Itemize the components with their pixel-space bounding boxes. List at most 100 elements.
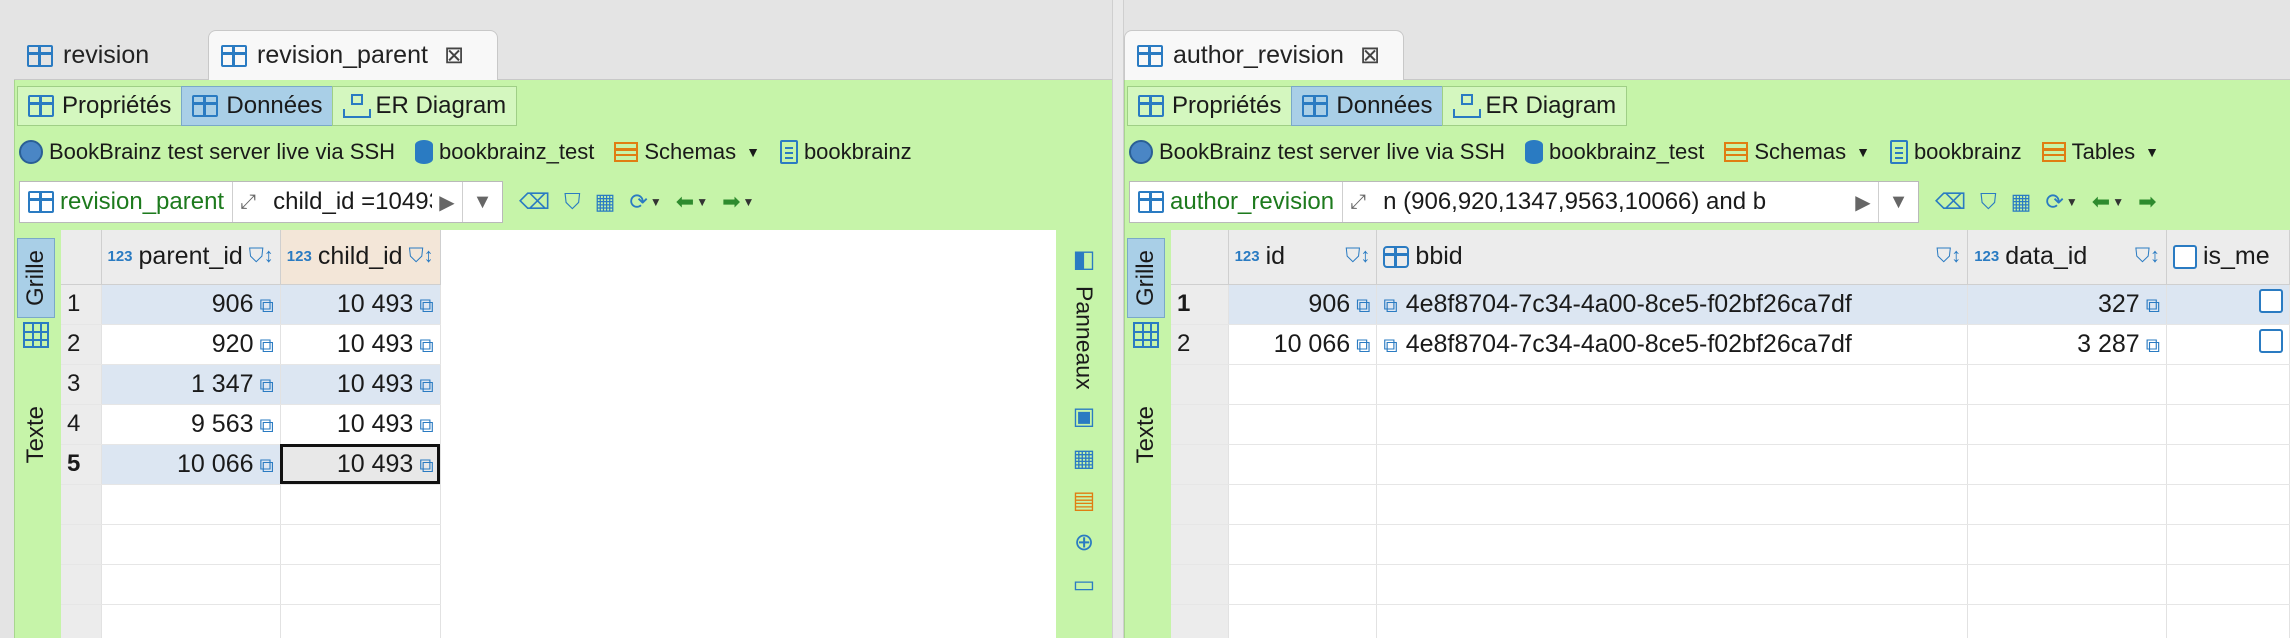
run-filter-icon[interactable]: ▶ (1848, 190, 1878, 215)
tab-author-revision[interactable]: author_revision ⊠ (1124, 30, 1404, 80)
table-cell[interactable]: 10 066 ⧉ (101, 444, 281, 485)
column-header[interactable]: bbid ⛉↕ (1376, 230, 1969, 285)
filter-history-dropdown[interactable]: ▼ (1878, 182, 1918, 222)
filter-input[interactable]: n (906,920,1347,9563,10066) and b (1373, 188, 1848, 216)
external-link-icon[interactable]: ⧉ (419, 415, 433, 437)
tab-revision-parent[interactable]: revision_parent ⊠ (208, 30, 498, 80)
table-row[interactable]: 2 920 ⧉ 10 493 ⧉ (61, 324, 886, 365)
column-header[interactable]: 123 parent_id ⛉↕ (101, 230, 281, 285)
checkbox[interactable] (2258, 328, 2283, 353)
external-link-icon[interactable]: ⧉ (2146, 335, 2160, 357)
external-link-icon[interactable]: ⧉ (260, 295, 274, 317)
eraser-icon[interactable]: ⌫ (1935, 189, 1966, 215)
back-icon[interactable]: ⬅ ▼ (676, 189, 708, 215)
external-link-icon[interactable]: ⧉ (2146, 295, 2160, 317)
sort-filter-icon[interactable]: ⛉↕ (1345, 245, 1370, 268)
close-tab-icon[interactable]: ⊠ (444, 41, 464, 70)
expand-icon[interactable]: ⤢ (233, 191, 263, 214)
group-icon[interactable]: ⊕ (1069, 528, 1099, 558)
table-row[interactable]: 1 906 ⧉ 10 493 ⧉ (61, 284, 886, 325)
table-cell[interactable]: 1 347 ⧉ (101, 364, 281, 405)
checkbox[interactable] (2258, 288, 2283, 313)
external-link-icon[interactable]: ⧉ (1383, 295, 1397, 317)
external-link-icon[interactable]: ⧉ (419, 335, 433, 357)
table-cell[interactable]: 10 493 ⧉ (280, 284, 441, 325)
value-viewer-icon[interactable]: ▣ (1069, 402, 1099, 432)
editor-splitter[interactable] (1112, 0, 1124, 638)
tab-revision[interactable]: revision (14, 30, 200, 80)
breadcrumb-schema[interactable]: bookbrainz (1889, 139, 2022, 165)
breadcrumb-schemas[interactable]: Schemas ▼ (614, 139, 760, 165)
column-header[interactable]: is_me (2166, 230, 2290, 285)
table-row[interactable]: 1 906 ⧉ ⧉ 4e8f8704-7c34-4a00-8ce5-f02bf26c… (1171, 284, 2290, 325)
vtab-grid[interactable]: Grille (1127, 238, 1165, 318)
vtab-grid[interactable]: Grille (17, 238, 55, 318)
panels-icon[interactable]: ◧ (1069, 244, 1099, 274)
table-settings-icon[interactable]: ▦ (2011, 189, 2032, 215)
subtab-properties[interactable]: Propriétés (1127, 86, 1293, 126)
table-cell[interactable]: ⧉ 4e8f8704-7c34-4a00-8ce5-f02bf26ca7df (1376, 324, 1969, 365)
table-cell[interactable] (2166, 284, 2290, 325)
table-cell[interactable]: 906 ⧉ (101, 284, 281, 325)
close-tab-icon[interactable]: ⊠ (1360, 41, 1380, 70)
vtab-text[interactable]: Texte (17, 390, 55, 480)
subtab-er-diagram[interactable]: ER Diagram (1442, 86, 1628, 126)
filter-settings-icon[interactable]: ⛉ (564, 189, 581, 215)
external-link-icon[interactable]: ⧉ (1356, 295, 1370, 317)
table-cell[interactable]: 3 287 ⧉ (1967, 324, 2167, 365)
refresh-icon[interactable]: ⟳ ▼ (629, 189, 661, 215)
panels-label[interactable]: Panneaux (1071, 286, 1098, 390)
filter-table-selector[interactable]: author_revision (1130, 182, 1344, 222)
subtab-er-diagram[interactable]: ER Diagram (332, 86, 518, 126)
breadcrumb-tables[interactable]: Tables ▼ (2041, 139, 2159, 165)
refresh-icon[interactable]: ⟳ ▼ (2045, 189, 2077, 215)
table-row[interactable]: 2 10 066 ⧉ ⧉ 4e8f8704-7c34-4a00-8ce5-f02bf… (1171, 324, 2290, 365)
filter-input[interactable]: child_id =10493 (263, 188, 432, 216)
sort-filter-icon[interactable]: ⛉↕ (2135, 245, 2160, 268)
table-cell[interactable] (2166, 324, 2290, 365)
grid-settings-icon[interactable]: ▦ (1069, 444, 1099, 474)
external-link-icon[interactable]: ⧉ (419, 295, 433, 317)
table-cell[interactable]: ⧉ 4e8f8704-7c34-4a00-8ce5-f02bf26ca7df (1376, 284, 1969, 325)
external-link-icon[interactable]: ⧉ (260, 335, 274, 357)
external-link-icon[interactable]: ⧉ (260, 455, 274, 477)
table-cell[interactable]: 10 493 ⧉ (280, 324, 441, 365)
external-link-icon[interactable]: ⧉ (260, 375, 274, 397)
external-link-icon[interactable]: ⧉ (419, 375, 433, 397)
metadata-icon[interactable]: ▭ (1069, 570, 1099, 600)
calculator-icon[interactable]: ▤ (1069, 486, 1099, 516)
filter-table-selector[interactable]: revision_parent (20, 182, 234, 222)
column-header[interactable]: 123 child_id ⛉↕ (280, 230, 441, 285)
run-filter-icon[interactable]: ▶ (432, 190, 462, 215)
table-cell[interactable]: 10 066 ⧉ (1228, 324, 1378, 365)
filter-settings-icon[interactable]: ⛉ (1980, 189, 1997, 215)
breadcrumb-connection[interactable]: BookBrainz test server live via SSH (19, 139, 395, 165)
breadcrumb-database[interactable]: bookbrainz_test (415, 139, 594, 165)
subtab-properties[interactable]: Propriétés (17, 86, 183, 126)
table-cell[interactable]: 9 563 ⧉ (101, 404, 281, 445)
external-link-icon[interactable]: ⧉ (260, 415, 274, 437)
sort-filter-icon[interactable]: ⛉↕ (409, 245, 434, 268)
filter-history-dropdown[interactable]: ▼ (462, 182, 502, 222)
eraser-icon[interactable]: ⌫ (519, 189, 550, 215)
table-cell[interactable]: 10 493 ⧉ (280, 364, 441, 405)
breadcrumb-schema[interactable]: bookbrainz (779, 139, 912, 165)
table-row[interactable]: 5 10 066 ⧉ 10 493 ⧉ (61, 444, 886, 485)
external-link-icon[interactable]: ⧉ (419, 455, 433, 477)
subtab-data[interactable]: Données (181, 86, 334, 126)
vtab-text[interactable]: Texte (1127, 390, 1165, 480)
breadcrumb-connection[interactable]: BookBrainz test server live via SSH (1129, 139, 1505, 165)
breadcrumb-database[interactable]: bookbrainz_test (1525, 139, 1704, 165)
column-header[interactable]: 123 id ⛉↕ (1228, 230, 1378, 285)
external-link-icon[interactable]: ⧉ (1383, 335, 1397, 357)
column-header[interactable]: 123 data_id ⛉↕ (1967, 230, 2167, 285)
selected-cell[interactable]: 10 493 ⧉ (280, 444, 441, 485)
table-row[interactable]: 4 9 563 ⧉ 10 493 ⧉ (61, 404, 886, 445)
subtab-data[interactable]: Données (1291, 86, 1444, 126)
external-link-icon[interactable]: ⧉ (1356, 335, 1370, 357)
table-cell[interactable]: 906 ⧉ (1228, 284, 1378, 325)
expand-icon[interactable]: ⤢ (1343, 191, 1373, 214)
table-settings-icon[interactable]: ▦ (595, 189, 616, 215)
forward-icon[interactable]: ➡ (2138, 189, 2156, 215)
table-cell[interactable]: 327 ⧉ (1967, 284, 2167, 325)
